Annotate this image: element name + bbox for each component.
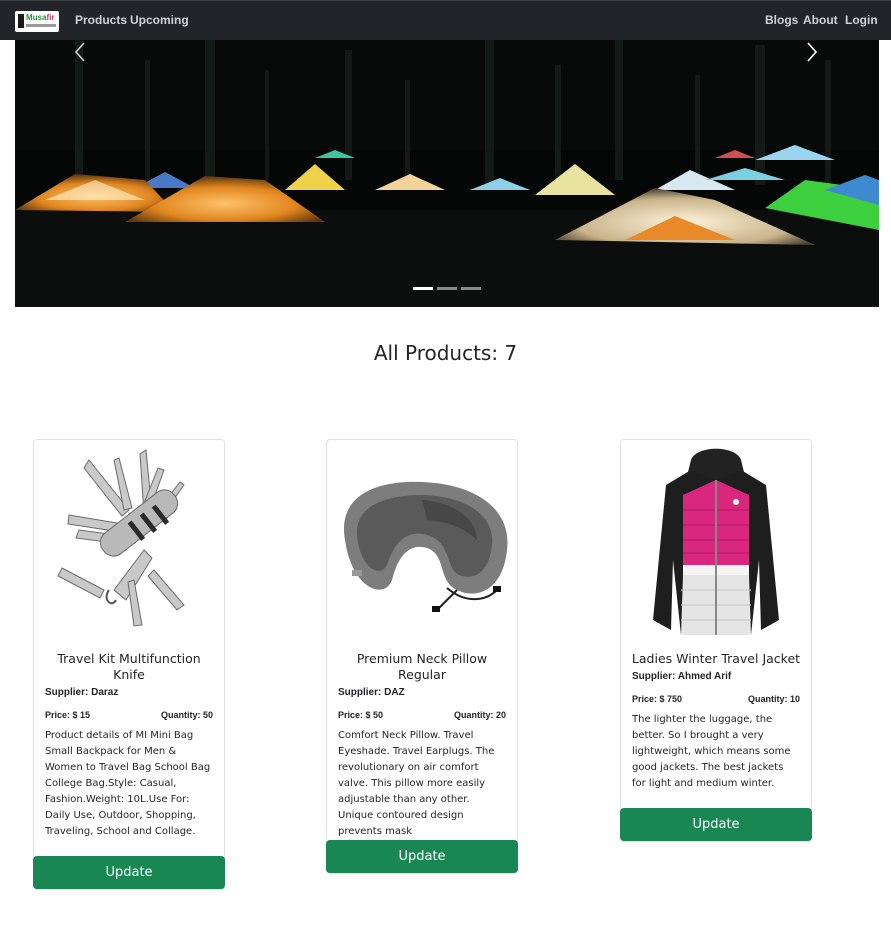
nav-link-products[interactable]: Products: [75, 13, 127, 27]
product-supplier: Supplier: DAZ: [338, 687, 405, 698]
product-card: Travel Kit Multifunction Knife Supplier:…: [33, 439, 225, 890]
carousel-indicator-3[interactable]: [461, 287, 481, 290]
carousel-indicator-1[interactable]: [413, 287, 433, 290]
product-meta: Price: $ 50 Quantity: 20: [327, 710, 517, 720]
product-quantity: Quantity: 20: [453, 710, 506, 720]
product-image-knife: [34, 440, 224, 645]
update-button[interactable]: Update: [33, 856, 225, 889]
product-description: Product details of MI Mini Bag Small Bac…: [45, 730, 211, 837]
update-button[interactable]: Update: [620, 808, 812, 841]
product-image-neck-pillow: [327, 440, 517, 645]
product-title: Travel Kit Multifunction Knife: [57, 651, 201, 682]
product-meta: Price: $ 750 Quantity: 10: [621, 694, 811, 704]
product-price: Price: $ 50: [338, 710, 384, 720]
carousel-indicator-2[interactable]: [437, 287, 457, 290]
logo-figure-icon: [18, 14, 24, 28]
carousel-indicators: [413, 287, 481, 290]
product-quantity: Quantity: 10: [747, 694, 800, 704]
product-title: Ladies Winter Travel Jacket: [631, 651, 801, 666]
product-supplier: Supplier: Ahmed Arif: [632, 671, 732, 682]
hero-carousel: [15, 40, 879, 307]
page-title: All Products: 7: [373, 341, 518, 365]
navbar: Musafir Products Upcoming Blogs About Lo…: [0, 0, 891, 40]
logo-tagline: [26, 24, 56, 27]
product-image-jacket: [621, 440, 811, 645]
logo-text: Musafir: [26, 13, 55, 22]
product-price: Price: $ 750: [632, 694, 683, 704]
carousel-slide-image: [15, 40, 879, 307]
nav-link-upcoming[interactable]: Upcoming: [130, 13, 189, 27]
update-button[interactable]: Update: [326, 840, 518, 873]
product-quantity: Quantity: 50: [160, 710, 213, 720]
chevron-right-icon[interactable]: [805, 40, 819, 64]
product-description: The lighter the luggage, the better. So …: [632, 714, 791, 789]
product-meta: Price: $ 15 Quantity: 50: [34, 710, 224, 720]
product-card: Ladies Winter Travel Jacket Supplier: Ah…: [620, 439, 812, 842]
chevron-left-icon[interactable]: [73, 40, 87, 64]
product-price: Price: $ 15: [45, 710, 91, 720]
product-card: Premium Neck Pillow Regular Supplier: DA…: [326, 439, 518, 874]
product-description: Comfort Neck Pillow. Travel Eyeshade. Tr…: [338, 730, 495, 837]
product-title: Premium Neck Pillow Regular: [356, 651, 488, 682]
brand-logo[interactable]: Musafir: [15, 11, 59, 32]
nav-link-about[interactable]: About: [803, 13, 838, 27]
nav-link-login[interactable]: Login: [845, 13, 878, 27]
nav-link-blogs[interactable]: Blogs: [765, 13, 798, 27]
product-supplier: Supplier: Daraz: [45, 687, 119, 698]
